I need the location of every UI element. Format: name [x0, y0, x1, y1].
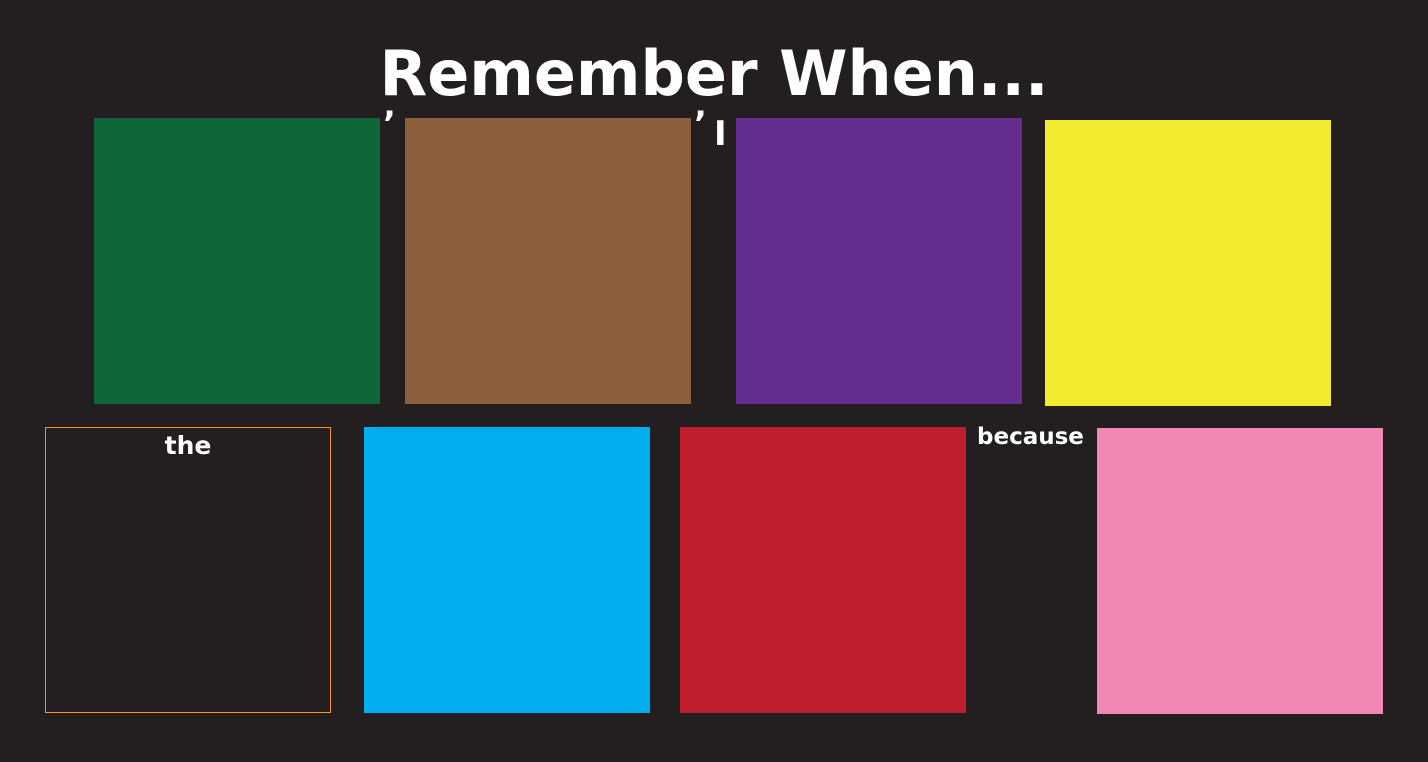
conjunction-text: because: [977, 424, 1084, 450]
article-text: the: [164, 431, 212, 460]
comma-separator: ’: [694, 104, 707, 144]
page-title: Remember When...: [379, 37, 1049, 110]
outlined-blank-square: [45, 427, 331, 713]
pink-square: [1097, 428, 1383, 714]
green-square: [94, 118, 380, 404]
pronoun-text: I: [714, 114, 727, 154]
brown-square: [405, 118, 691, 404]
red-square: [680, 427, 966, 713]
purple-square: [736, 118, 1022, 404]
yellow-square: [1045, 120, 1331, 406]
comma-separator: ’: [383, 104, 396, 144]
blue-square: [364, 427, 650, 713]
